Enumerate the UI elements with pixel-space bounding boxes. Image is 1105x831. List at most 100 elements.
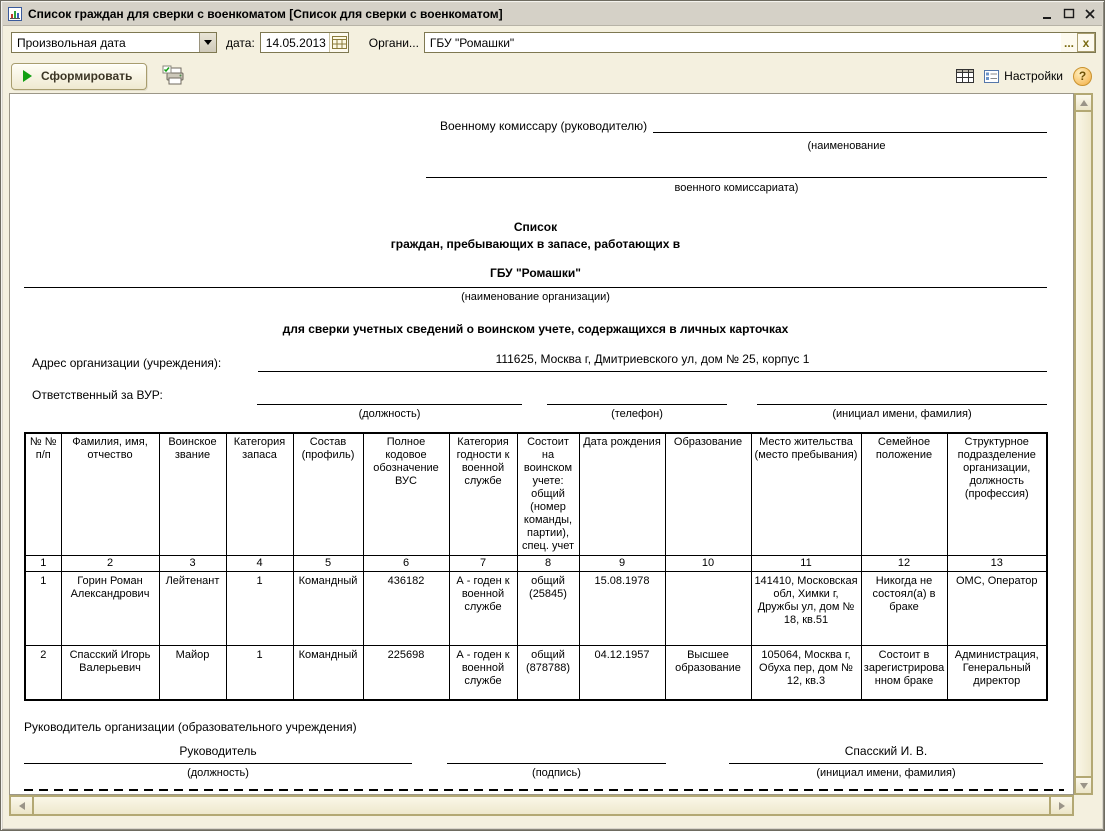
organization-hint: (наименование организации) bbox=[461, 291, 610, 303]
signature-hint-position: (должность) bbox=[187, 767, 249, 779]
minimize-button[interactable] bbox=[1039, 7, 1056, 22]
responsible-underline-phone bbox=[547, 390, 727, 405]
table-cell: 15.08.1978 bbox=[578, 571, 666, 646]
report-title-line-1: Список bbox=[513, 220, 558, 234]
close-icon bbox=[1084, 9, 1095, 19]
signature-hint-name: (инициал имени, фамилия) bbox=[816, 767, 956, 779]
play-icon bbox=[23, 70, 32, 82]
scroll-up-button[interactable] bbox=[1075, 94, 1092, 111]
addressee-hint-1: (наименование bbox=[807, 140, 886, 152]
signature-position-value: Руководитель bbox=[24, 744, 412, 764]
close-button[interactable] bbox=[1081, 7, 1098, 22]
table-header-row: № № п/п Фамилия, имя, отчество Воинское … bbox=[24, 432, 1048, 556]
vertical-scroll-thumb[interactable] bbox=[1075, 111, 1092, 777]
arrow-right-icon bbox=[1058, 801, 1065, 810]
maximize-button[interactable] bbox=[1060, 7, 1077, 22]
scroll-down-button[interactable] bbox=[1075, 777, 1092, 794]
responsible-underline-name bbox=[757, 390, 1047, 405]
addressee-underline-2 bbox=[426, 163, 1047, 178]
responsible-label: Ответственный за ВУР: bbox=[32, 388, 163, 402]
calendar-button[interactable] bbox=[329, 33, 348, 52]
responsible-hint-phone: (телефон) bbox=[611, 408, 663, 420]
table-cell: 1 bbox=[225, 571, 294, 646]
table-cell: Состоит в зарегистрированном браке bbox=[860, 645, 948, 700]
table-cell: 2 bbox=[24, 645, 62, 700]
help-button[interactable]: ? bbox=[1073, 66, 1092, 86]
table-cell: ОМС, Оператор bbox=[946, 571, 1048, 646]
table-cell: Лейтенант bbox=[158, 571, 227, 646]
settings-button[interactable]: Настройки bbox=[984, 69, 1063, 83]
table-cell: 1 bbox=[225, 645, 294, 700]
table-header-cell: Категория запаса bbox=[225, 432, 294, 556]
table-header-cell: Воинское звание bbox=[158, 432, 227, 556]
vertical-scrollbar[interactable] bbox=[1074, 93, 1093, 795]
report-purpose: для сверки учетных сведений о воинском у… bbox=[282, 322, 789, 336]
table-cell: 225698 bbox=[362, 645, 450, 700]
arrow-up-icon bbox=[1079, 99, 1088, 106]
addressee-underline bbox=[653, 118, 1047, 133]
column-number: 3 bbox=[158, 555, 227, 572]
chevron-down-icon bbox=[204, 40, 212, 45]
filter-toolbar: Произвольная дата дата: 14.05.2013 Орган… bbox=[3, 26, 1102, 59]
column-number: 5 bbox=[292, 555, 364, 572]
table-header-cell: Категория годности к военной службе bbox=[448, 432, 518, 556]
table-number-row: 1 2 3 4 5 6 7 8 9 10 11 12 13 bbox=[24, 555, 1048, 572]
signature-name-value: Спасский И. В. bbox=[729, 744, 1043, 764]
settings-button-label: Настройки bbox=[1004, 69, 1063, 83]
responsible-hint-position: (должность) bbox=[358, 408, 421, 420]
table-cell: 436182 bbox=[362, 571, 450, 646]
column-number: 2 bbox=[60, 555, 160, 572]
organization-input[interactable]: ГБУ "Ромашки" ... x bbox=[423, 32, 1096, 53]
table-header-cell: Дата рождения bbox=[578, 432, 666, 556]
table-cell: Спасский Игорь Валерьевич bbox=[60, 645, 160, 700]
addressee-row: Военному комиссару (руководителю) bbox=[440, 118, 1047, 133]
app-window: Список граждан для сверки с военкоматом … bbox=[0, 0, 1105, 831]
report-title-line-2: граждан, пребывающих в запасе, работающи… bbox=[390, 237, 681, 251]
arrow-left-icon bbox=[18, 801, 25, 810]
column-number: 6 bbox=[362, 555, 450, 572]
report-app-icon bbox=[7, 6, 23, 22]
column-number: 4 bbox=[225, 555, 294, 572]
addressee-hint-2: военного комиссариата) bbox=[674, 182, 799, 194]
scroll-left-button[interactable] bbox=[10, 796, 33, 815]
address-value: 111625, Москва г, Дмитриевского ул, дом … bbox=[258, 352, 1047, 372]
action-toolbar: Сформировать Настройки ? bbox=[3, 59, 1102, 93]
table-header-cell: Состав (профиль) bbox=[292, 432, 364, 556]
signature-sign-underline bbox=[447, 749, 666, 764]
table-cell: общий (25845) bbox=[516, 571, 580, 646]
responsible-hint-name: (инициал имени, фамилия) bbox=[832, 408, 972, 420]
table-header-cell: Образование bbox=[664, 432, 752, 556]
titlebar: Список граждан для сверки с военкоматом … bbox=[3, 3, 1102, 26]
date-input[interactable]: 14.05.2013 bbox=[259, 32, 349, 53]
table-cell: 1 bbox=[24, 571, 62, 646]
table-cell: 141410, Московская обл, Химки г, Дружбы … bbox=[750, 571, 862, 646]
table-cell: 04.12.1957 bbox=[578, 645, 666, 700]
organization-ellipsis-button[interactable]: ... bbox=[1060, 33, 1077, 52]
period-select-value: Произвольная дата bbox=[17, 35, 126, 50]
print-button[interactable] bbox=[161, 64, 187, 88]
generate-button-label: Сформировать bbox=[41, 69, 133, 83]
footer-label: Руководитель организации (образовательно… bbox=[24, 720, 357, 734]
responsible-underline-position bbox=[257, 390, 522, 405]
column-number: 11 bbox=[750, 555, 862, 572]
generate-button[interactable]: Сформировать bbox=[11, 62, 148, 90]
table-header-cell: Структурное подразделение организации, д… bbox=[946, 432, 1048, 556]
table-cell: Никогда не состоял(а) в браке bbox=[860, 571, 948, 646]
period-select[interactable]: Произвольная дата bbox=[11, 32, 217, 53]
report-document: Военному комиссару (руководителю) (наиме… bbox=[9, 93, 1074, 795]
organization-clear-button[interactable]: x bbox=[1077, 33, 1095, 52]
table-cell: А - годен к военной службе bbox=[448, 645, 518, 700]
table-header-cell: Полное кодовое обозначение ВУС bbox=[362, 432, 450, 556]
scroll-right-button[interactable] bbox=[1050, 796, 1073, 815]
table-cell bbox=[664, 571, 752, 646]
minimize-icon bbox=[1042, 17, 1051, 19]
horizontal-scroll-thumb[interactable] bbox=[33, 796, 1050, 815]
citizens-table: № № п/п Фамилия, имя, отчество Воинское … bbox=[24, 432, 1048, 701]
column-number: 9 bbox=[578, 555, 666, 572]
column-number: 12 bbox=[860, 555, 948, 572]
period-dropdown-button[interactable] bbox=[199, 33, 216, 52]
column-number: 1 bbox=[24, 555, 62, 572]
table-cell: А - годен к военной службе bbox=[448, 571, 518, 646]
table-settings-button[interactable] bbox=[956, 69, 975, 83]
horizontal-scrollbar[interactable] bbox=[9, 795, 1074, 816]
